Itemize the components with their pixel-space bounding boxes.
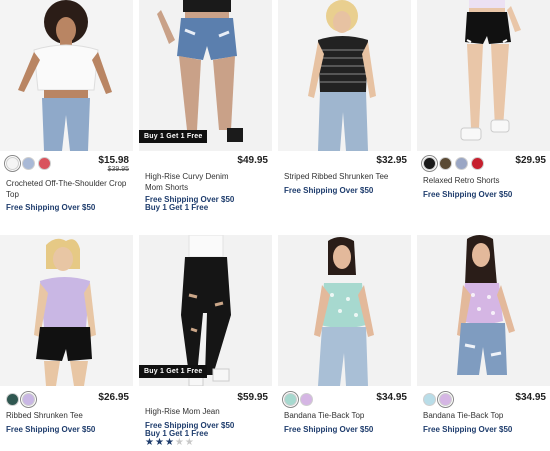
product-name-link[interactable]: Striped Ribbed Shrunken Tee (284, 171, 409, 182)
color-swatches (423, 157, 484, 171)
color-swatch[interactable] (423, 393, 436, 406)
color-swatches (423, 393, 452, 407)
star-rating: ★★★★★ (145, 437, 195, 448)
color-swatch[interactable] (38, 157, 51, 170)
color-swatch[interactable] (22, 393, 35, 406)
product-name-link[interactable]: Crocheted Off-The-Shoulder Crop Top (6, 178, 131, 200)
product-name-link[interactable]: Bandana Tie-Back Top (423, 410, 548, 421)
color-swatch[interactable] (6, 393, 19, 406)
product-image[interactable] (0, 235, 133, 386)
original-price: $39.95 (107, 166, 129, 173)
free-shipping-promo: Free Shipping Over $50 (423, 425, 513, 434)
price: $32.95 (376, 155, 407, 166)
star-icon: ★ (154, 437, 165, 448)
product-image[interactable] (417, 235, 550, 386)
color-swatch[interactable] (455, 157, 468, 170)
color-swatch[interactable] (284, 393, 297, 406)
price: $49.95 (237, 155, 268, 166)
promo-badge: Buy 1 Get 1 Free (139, 365, 208, 378)
promo-badge: Buy 1 Get 1 Free (139, 130, 208, 143)
color-swatches (6, 157, 51, 171)
product-name-link[interactable]: Ribbed Shrunken Tee (6, 410, 131, 421)
color-swatches (6, 393, 35, 407)
color-swatch[interactable] (439, 157, 452, 170)
free-shipping-promo: Free Shipping Over $50 (423, 190, 513, 199)
product-name-link[interactable]: Bandana Tie-Back Top (284, 410, 409, 421)
color-swatch[interactable] (471, 157, 484, 170)
bogo-promo: Buy 1 Get 1 Free (145, 203, 209, 212)
product-image[interactable] (278, 0, 411, 151)
product-image[interactable]: Buy 1 Get 1 Free (139, 235, 272, 386)
price: $59.95 (237, 392, 268, 403)
product-image[interactable] (417, 0, 550, 151)
color-swatch[interactable] (6, 157, 19, 170)
sale-price: $15.98 (98, 155, 129, 166)
star-icon: ★ (174, 437, 185, 448)
product-name-link[interactable]: High-Rise Curvy Denim Mom Shorts (145, 171, 245, 193)
product-image[interactable] (278, 235, 411, 386)
price: $29.95 (515, 155, 546, 166)
price: $34.95 (376, 392, 407, 403)
price: $26.95 (98, 392, 129, 403)
star-icon: ★ (145, 437, 155, 448)
free-shipping-promo: Free Shipping Over $50 (6, 203, 96, 212)
star-icon: ★ (184, 437, 195, 448)
free-shipping-promo: Free Shipping Over $50 (284, 186, 374, 195)
product-image[interactable]: Buy 1 Get 1 Free (139, 0, 272, 151)
color-swatch[interactable] (423, 157, 436, 170)
price: $34.95 (515, 392, 546, 403)
color-swatch[interactable] (22, 157, 35, 170)
star-icon: ★ (164, 437, 175, 448)
free-shipping-promo: Free Shipping Over $50 (284, 425, 374, 434)
free-shipping-promo: Free Shipping Over $50 (6, 425, 96, 434)
product-name-link[interactable]: Relaxed Retro Shorts (423, 175, 548, 186)
color-swatch[interactable] (439, 393, 452, 406)
product-image[interactable] (0, 0, 133, 151)
color-swatches (284, 393, 313, 407)
color-swatch[interactable] (300, 393, 313, 406)
product-name-link[interactable]: High-Rise Mom Jean (145, 406, 270, 417)
